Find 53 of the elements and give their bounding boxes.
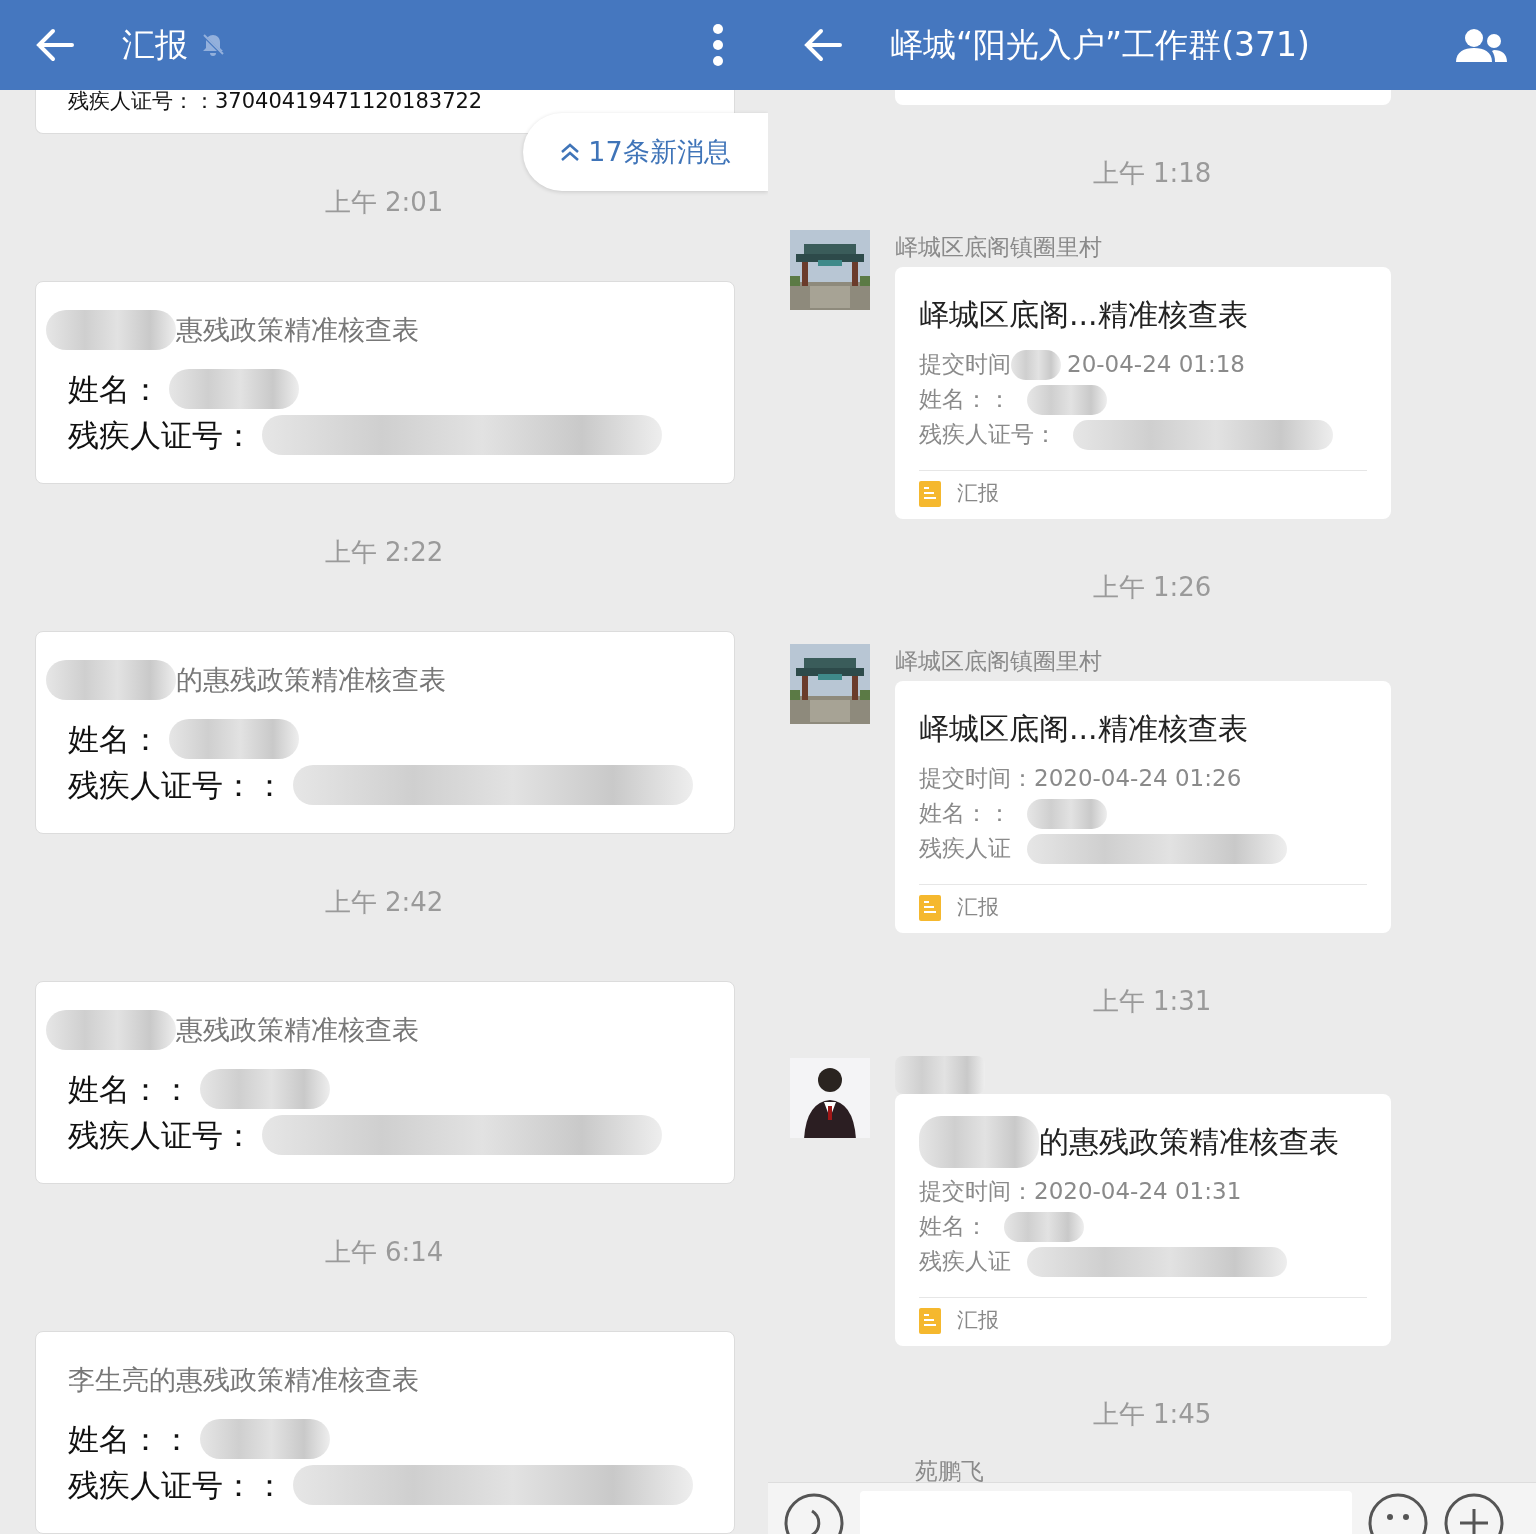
document-icon: [919, 1307, 941, 1334]
field-label: 提交时间: [919, 350, 1011, 379]
tag-label: 汇报: [957, 893, 999, 921]
new-messages-button[interactable]: 17条新消息: [523, 113, 768, 191]
form-title: 惠残政策精准核查表: [176, 1012, 419, 1047]
timestamp: 上午 1:31: [1092, 986, 1212, 1016]
field-label: 残疾人证号：：: [68, 1465, 285, 1505]
chat-title: 汇报: [122, 25, 188, 65]
field-label: 姓名：：: [919, 385, 1011, 414]
document-icon: [919, 894, 941, 921]
timestamp: 上午 2:01: [324, 187, 444, 218]
form-title: 李生亮的惠残政策精准核查表: [68, 1362, 419, 1397]
timestamp: 上午 2:22: [324, 537, 444, 568]
field-label: 姓名：：: [68, 1069, 192, 1109]
sender-name: 苑鹏飞: [915, 1457, 984, 1486]
back-arrow-icon[interactable]: [34, 28, 74, 62]
timestamp: 上午 1:18: [1092, 158, 1212, 188]
timestamp: 上午 6:14: [324, 1237, 444, 1268]
field-label: 残疾人证号：：: [68, 765, 285, 805]
more-options-icon[interactable]: [712, 23, 724, 67]
field-label: 提交时间：: [919, 764, 1034, 793]
submit-time: 2020-04-24 01:31: [1034, 1177, 1242, 1206]
form-title: 的惠残政策精准核查表: [1039, 1123, 1339, 1161]
back-arrow-icon[interactable]: [802, 28, 842, 62]
field-label: 姓名：：: [919, 799, 1011, 828]
field-label: 残疾人证号：: [68, 1115, 254, 1155]
group-members-icon[interactable]: [1454, 27, 1508, 63]
timestamp: 上午 1:45: [1092, 1399, 1212, 1429]
tag-label: 汇报: [957, 1306, 999, 1334]
chat-title: 峄城“阳光入户”工作群(371): [890, 25, 1310, 65]
text-line: 残疾人证号：：37040419471120183722: [68, 90, 483, 112]
tag-label: 汇报: [957, 479, 999, 507]
sender-name: 峄城区底阁镇圈里村: [895, 233, 1103, 262]
field-label: 姓名：: [919, 1212, 988, 1241]
form-title: 惠残政策精准核查表: [176, 312, 419, 347]
field-label: 残疾人证: [919, 1247, 1011, 1276]
field-label: 残疾人证号：: [68, 415, 254, 455]
submit-time: 2020-04-24 01:26: [1034, 764, 1242, 793]
double-up-chevron-icon: [560, 142, 581, 162]
form-title: 峄城区底阁...精准核查表: [919, 710, 1248, 748]
timestamp: 上午 1:26: [1092, 572, 1212, 602]
form-title: 峄城区底阁...精准核查表: [919, 296, 1248, 334]
field-label: 姓名：: [68, 369, 161, 409]
field-label: 姓名：：: [68, 1419, 192, 1459]
document-icon: [919, 480, 941, 507]
field-label: 提交时间：: [919, 1177, 1034, 1206]
form-title: 的惠残政策精准核查表: [176, 662, 446, 697]
submit-time: 20-04-24 01:18: [1067, 350, 1245, 379]
field-label: 残疾人证: [919, 834, 1011, 863]
sender-name: 峄城区底阁镇圈里村: [895, 647, 1103, 676]
field-label: 残疾人证号：: [919, 420, 1057, 449]
timestamp: 上午 2:42: [324, 887, 444, 918]
field-label: 姓名：: [68, 719, 161, 759]
